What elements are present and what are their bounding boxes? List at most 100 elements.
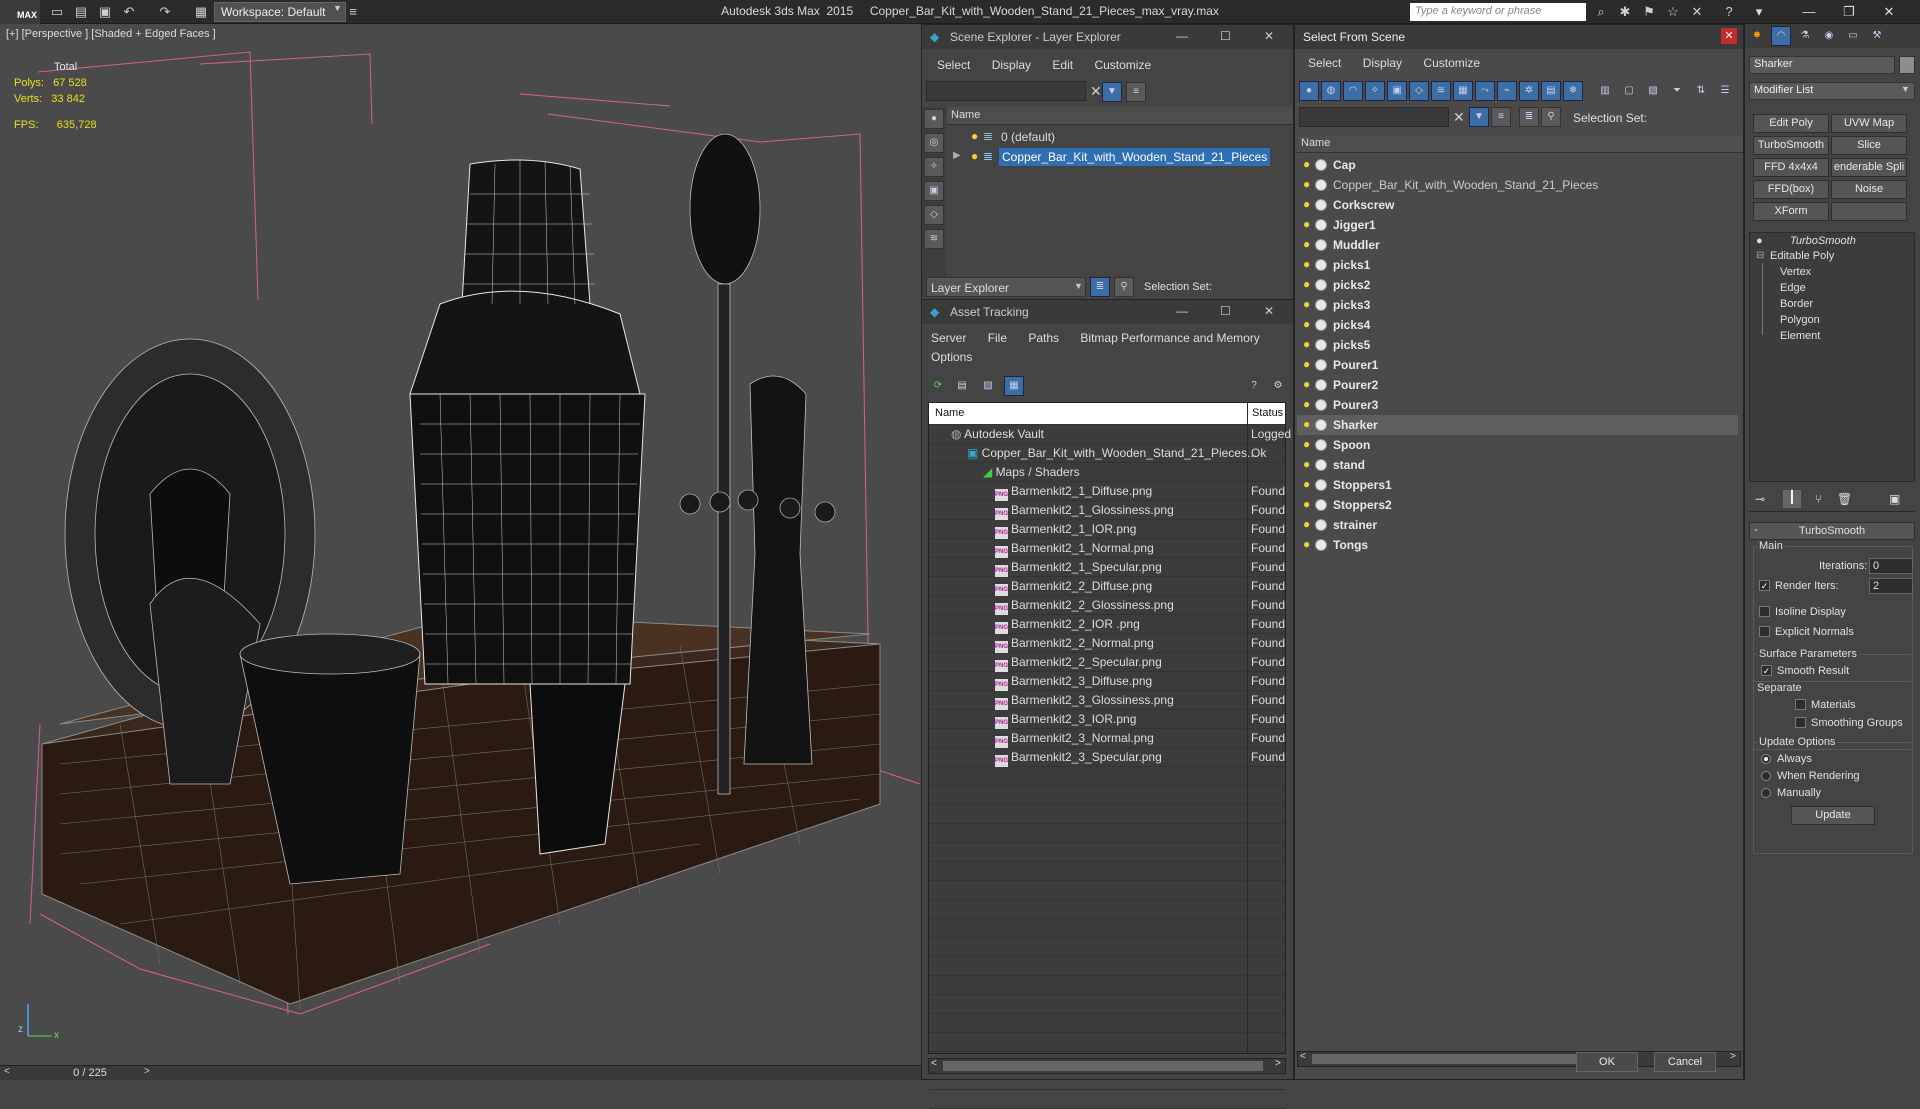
asset-row-file[interactable]: ▣ Copper_Bar_Kit_with_Wooden_Stand_21_Pi… [929,444,1285,463]
group-filter-icon[interactable]: ▦ [1453,81,1473,101]
options-icon[interactable]: ≡ [1491,107,1511,127]
lightbulb-icon[interactable]: ● [1303,518,1311,531]
asset-row-map[interactable]: PNG Barmenkit2_1_IOR.png Found [929,520,1285,539]
asset-row-map[interactable]: PNG Barmenkit2_3_Normal.png Found [929,729,1285,748]
motion-tab-icon[interactable]: ◉ [1819,26,1839,46]
close-button[interactable]: ✕ [1880,3,1898,21]
object-row[interactable]: ● picks1 [1297,255,1738,275]
app-logo[interactable]: MAX [0,0,40,24]
menu-bitmap-performance[interactable]: Bitmap Performance and Memory [1071,328,1268,348]
menu-display[interactable]: Display [983,55,1040,75]
configure-sets-icon[interactable]: ▣ [1889,492,1900,506]
lightbulb-icon[interactable]: ● [1303,398,1311,411]
star-icon[interactable]: ☆ [1664,3,1682,21]
restore-button[interactable]: ❐ [1840,3,1858,21]
display-tab-icon[interactable]: ▭ [1843,26,1863,46]
asset-row-map[interactable]: PNG Barmenkit2_2_Glossiness.png Found [929,596,1285,615]
object-color-swatch[interactable] [1899,56,1915,74]
menu-server[interactable]: Server [922,328,975,348]
lightbulb-icon[interactable]: ● [1303,178,1311,191]
collapse-icon[interactable]: ⊟ [1756,250,1764,261]
particle-filter-icon[interactable]: ✲ [1519,81,1539,101]
object-row[interactable]: ● strainer [1297,515,1738,535]
light-filter-icon[interactable]: ✧ [924,157,944,177]
undo-icon[interactable]: ↶ [120,3,138,21]
spacewarp-filter-icon[interactable]: ≋ [924,229,944,249]
materials-checkbox[interactable] [1795,699,1806,710]
frame-counter[interactable]: 0 / 225 [60,1067,120,1079]
noise-button[interactable]: Noise [1831,180,1907,199]
cancel-button[interactable]: Cancel [1654,1052,1716,1072]
camera-filter-icon[interactable]: ▣ [924,181,944,201]
new-file-icon[interactable]: ▭ [48,3,66,21]
refresh-icon[interactable]: ⟳ [928,376,948,396]
explorer-type-dropdown[interactable]: Layer Explorer [926,277,1086,297]
clear-search-icon[interactable]: ✕ [1453,109,1465,126]
modifier-list-dropdown[interactable]: Modifier List [1749,82,1915,100]
subobject-element[interactable]: Element [1780,330,1820,342]
lightbulb-icon[interactable]: ● [1303,238,1311,251]
object-row[interactable]: ● Muddler [1297,235,1738,255]
scrollbar-thumb[interactable] [943,1061,1263,1071]
object-row[interactable]: ● stand [1297,455,1738,475]
asset-row-map[interactable]: PNG Barmenkit2_3_Diffuse.png Found [929,672,1285,691]
subobject-border[interactable]: Border [1780,298,1813,310]
menu-select[interactable]: Select [928,55,979,75]
camera-filter-icon[interactable]: ▣ [1387,81,1407,101]
when-rendering-radio[interactable] [1761,771,1771,781]
tools-icon[interactable]: ✱ [1616,3,1634,21]
menu-customize[interactable]: Customize [1085,55,1160,75]
object-row[interactable]: ● Spoon [1297,435,1738,455]
asset-row-map[interactable]: PNG Barmenkit2_1_Specular.png Found [929,558,1285,577]
object-row[interactable]: ● Sharker [1297,415,1738,435]
open-file-icon[interactable]: ▤ [72,3,90,21]
turbosmooth-rollout-header[interactable]: - TurboSmooth [1749,522,1915,540]
filter-icon[interactable]: ▼ [1102,82,1122,102]
lightbulb-icon[interactable]: ● [1303,358,1311,371]
help-dropdown-icon[interactable]: ▾ [1750,3,1768,21]
object-row[interactable]: ● picks4 [1297,315,1738,335]
asset-row-vault[interactable]: ◍ Autodesk Vault Logged [929,425,1291,444]
minimize-button[interactable]: — [1176,304,1188,318]
binoculars-icon[interactable]: ⌕ [1592,3,1610,21]
subobject-edge[interactable]: Edge [1780,282,1806,294]
smooth-result-checkbox[interactable]: ✓ [1761,665,1772,676]
redo-icon[interactable]: ↷ [156,3,174,21]
smoothing-groups-checkbox[interactable] [1795,717,1806,728]
explicit-normals-checkbox[interactable] [1759,626,1770,637]
shape-filter-icon[interactable]: ◠ [1343,81,1363,101]
bone-filter-icon[interactable]: ⌁ [1497,81,1517,101]
expand-arrow-icon[interactable]: ▶ [953,150,961,161]
edit-poly-button[interactable]: Edit Poly [1753,114,1829,133]
display-none-icon[interactable]: ▢ [1619,81,1639,101]
display-all-icon[interactable]: ▥ [1595,81,1615,101]
lightbulb-icon[interactable]: ● [1303,258,1311,271]
sort-icon[interactable]: ⇅ [1691,81,1711,101]
object-row[interactable]: ● Pourer1 [1297,355,1738,375]
column-header-name[interactable]: Name [947,107,1293,125]
menu-file[interactable]: File [979,328,1016,348]
help-icon[interactable]: ? [1244,376,1264,396]
ffd-4x4x4-button[interactable]: FFD 4x4x4 [1753,158,1829,177]
lightbulb-icon[interactable]: ● [1303,538,1311,551]
menu-customize[interactable]: Customize [1414,53,1489,73]
lightbulb-icon[interactable]: ● [1303,378,1311,391]
asset-row-map[interactable]: PNG Barmenkit2_2_Diffuse.png Found [929,577,1285,596]
filter-funnel-icon[interactable]: ⏷ [1667,81,1687,101]
asset-tracking-title-bar[interactable]: ◆ Asset Tracking — ☐ ✕ [922,300,1293,324]
asset-row-map[interactable]: PNG Barmenkit2_2_IOR .png Found [929,615,1285,634]
invert-display-icon[interactable]: ▧ [1643,81,1663,101]
asset-row-map[interactable]: PNG Barmenkit2_2_Specular.png Found [929,653,1285,672]
modify-tab-icon[interactable]: ◠ [1771,26,1791,46]
chevron-right-icon[interactable]: > [1275,1058,1281,1069]
lightbulb-icon[interactable]: ● [1303,458,1311,471]
lightbulb-icon[interactable]: ● [1303,278,1311,291]
help-icon[interactable]: ? [1720,3,1738,21]
asset-row-map[interactable]: PNG Barmenkit2_1_Diffuse.png Found [929,482,1285,501]
light-filter-icon[interactable]: ✧ [1365,81,1385,101]
update-button[interactable]: Update [1791,806,1875,825]
lightbulb-icon[interactable]: ● [1303,438,1311,451]
show-end-result-icon[interactable]: ┃ [1783,490,1801,508]
menu-options[interactable]: Options [922,347,981,367]
geometry-filter-icon[interactable]: ◍ [1321,81,1341,101]
